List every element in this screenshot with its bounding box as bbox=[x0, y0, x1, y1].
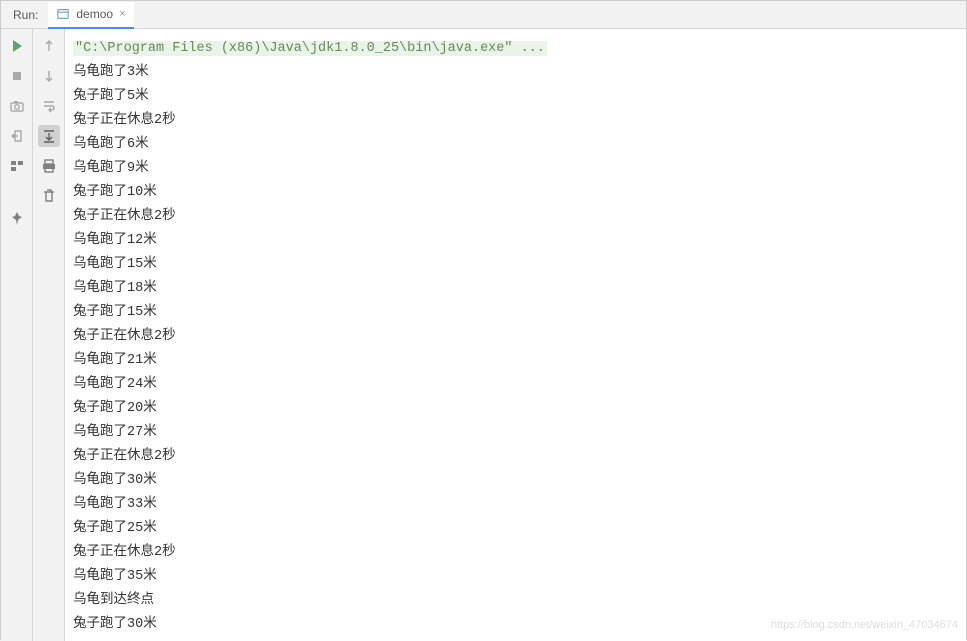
console-line: 乌龟跑了9米 bbox=[73, 157, 958, 181]
exit-icon[interactable] bbox=[6, 125, 28, 147]
console-line: 乌龟到达终点 bbox=[73, 589, 958, 613]
console-line: 兔子跑了15米 bbox=[73, 301, 958, 325]
soft-wrap-icon[interactable] bbox=[38, 95, 60, 117]
run-tab[interactable]: demoo × bbox=[48, 2, 133, 29]
console-output[interactable]: "C:\Program Files (x86)\Java\jdk1.8.0_25… bbox=[65, 29, 966, 641]
console-line: 兔子跑了20米 bbox=[73, 397, 958, 421]
run-button[interactable] bbox=[6, 35, 28, 57]
run-panel-header: Run: demoo × bbox=[1, 1, 966, 29]
trash-icon[interactable] bbox=[38, 185, 60, 207]
console-line: 乌龟跑了27米 bbox=[73, 421, 958, 445]
console-line: 乌龟跑了24米 bbox=[73, 373, 958, 397]
console-line: 兔子跑了5米 bbox=[73, 85, 958, 109]
run-toolbar-secondary bbox=[33, 29, 65, 641]
console-line: 乌龟跑了3米 bbox=[73, 61, 958, 85]
console-line: 乌龟跑了15米 bbox=[73, 253, 958, 277]
console-line: 乌龟跑了21米 bbox=[73, 349, 958, 373]
run-toolbar-primary bbox=[1, 29, 33, 641]
console-line: 乌龟跑了18米 bbox=[73, 277, 958, 301]
tab-label: demoo bbox=[76, 7, 113, 21]
scroll-to-end-icon[interactable] bbox=[38, 125, 60, 147]
command-line: "C:\Program Files (x86)\Java\jdk1.8.0_25… bbox=[73, 37, 958, 61]
console-line: 乌龟跑了6米 bbox=[73, 133, 958, 157]
console-line: 兔子正在休息2秒 bbox=[73, 541, 958, 565]
console-line: 兔子跑了25米 bbox=[73, 517, 958, 541]
camera-icon[interactable] bbox=[6, 95, 28, 117]
stop-button[interactable] bbox=[6, 65, 28, 87]
console-line: 乌龟跑了35米 bbox=[73, 565, 958, 589]
console-line: 兔子跑了10米 bbox=[73, 181, 958, 205]
console-line: 兔子正在休息2秒 bbox=[73, 109, 958, 133]
up-arrow-icon[interactable] bbox=[38, 35, 60, 57]
console-line: 兔子正在休息2秒 bbox=[73, 325, 958, 349]
run-label: Run: bbox=[1, 8, 48, 22]
pin-icon[interactable] bbox=[6, 207, 28, 229]
console-line: 兔子正在休息2秒 bbox=[73, 205, 958, 229]
print-icon[interactable] bbox=[38, 155, 60, 177]
watermark: https://blog.csdn.net/weixin_47034674 bbox=[771, 613, 958, 637]
application-icon bbox=[56, 7, 70, 21]
down-arrow-icon[interactable] bbox=[38, 65, 60, 87]
console-line: 兔子正在休息2秒 bbox=[73, 445, 958, 469]
console-line: 乌龟跑了30米 bbox=[73, 469, 958, 493]
console-line: 乌龟跑了12米 bbox=[73, 229, 958, 253]
console-line: 乌龟跑了33米 bbox=[73, 493, 958, 517]
layout-icon[interactable] bbox=[6, 155, 28, 177]
close-icon[interactable]: × bbox=[119, 8, 125, 20]
